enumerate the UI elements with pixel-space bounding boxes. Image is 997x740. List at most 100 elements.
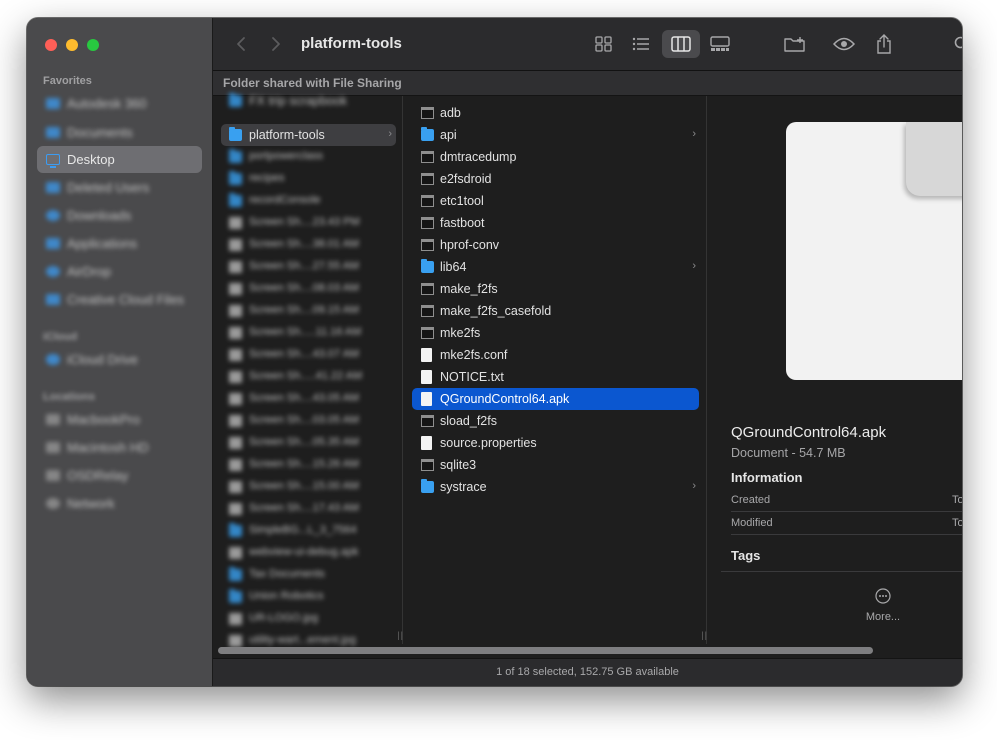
file-row[interactable]: NOTICE.txt: [403, 366, 706, 388]
file-row[interactable]: sqlite3: [403, 454, 706, 476]
file-row[interactable]: hprof-conv: [403, 234, 706, 256]
quicklook-eye-icon[interactable]: [832, 30, 856, 58]
minimize-window-button[interactable]: [66, 39, 78, 51]
sidebar-item-deleted-users[interactable]: Deleted Users: [37, 174, 202, 201]
sidebar-item-airdrop[interactable]: AirDrop: [37, 258, 202, 285]
file-name: api: [440, 128, 457, 142]
zoom-window-button[interactable]: [87, 39, 99, 51]
list-item[interactable]: Screen Sh....17.43 AM: [213, 498, 402, 520]
share-icon[interactable]: [874, 30, 894, 58]
sidebar-item-label: Deleted Users: [67, 180, 150, 195]
divider: [731, 534, 962, 535]
preview-tags-heading: Tags: [731, 548, 761, 563]
file-row[interactable]: fastboot: [403, 212, 706, 234]
file-row[interactable]: sload_f2fs: [403, 410, 706, 432]
horizontal-scrollbar-thumb[interactable]: [218, 647, 873, 654]
list-item[interactable]: Screen Sh....43.07 AM: [213, 344, 402, 366]
sidebar-item-creative-cloud[interactable]: Creative Cloud Files: [37, 286, 202, 313]
sidebar-item-network[interactable]: Network: [37, 490, 202, 517]
sidebar-item-documents[interactable]: Documents: [37, 119, 202, 146]
file-row[interactable]: mke2fs.conf: [403, 344, 706, 366]
file-name: hprof-conv: [440, 238, 500, 252]
list-item[interactable]: webview-ui-debug.apk: [213, 542, 402, 564]
new-folder-icon[interactable]: [783, 30, 807, 58]
list-item-platform-tools[interactable]: platform-tools ›: [221, 124, 396, 146]
chevron-right-icon[interactable]: [268, 30, 284, 58]
list-item[interactable]: Screen Sh.....11.16 AM: [213, 322, 402, 344]
list-item[interactable]: Screen Sh....27.55 AM: [213, 256, 402, 278]
sidebar-item-desktop[interactable]: Desktop: [37, 146, 202, 173]
column-view-icon[interactable]: [670, 30, 692, 58]
file-name: lib64: [440, 260, 467, 274]
status-bar: 1 of 18 selected, 152.75 GB available: [213, 658, 962, 686]
sidebar-item-autodesk[interactable]: Autodesk 360: [37, 90, 202, 117]
list-item[interactable]: Screen Sh....23.43 PM: [213, 212, 402, 234]
list-item[interactable]: Screen Sh....15.00 AM: [213, 476, 402, 498]
file-row[interactable]: make_f2fs: [403, 278, 706, 300]
file-row[interactable]: make_f2fs_casefold: [403, 300, 706, 322]
list-item[interactable]: Screen Sh.....41.22 AM: [213, 366, 402, 388]
document-icon: [46, 127, 60, 138]
sidebar-item-icloud-drive[interactable]: iCloud Drive: [37, 346, 202, 373]
file-row[interactable]: mke2fs: [403, 322, 706, 344]
list-item[interactable]: Tax Documents: [213, 564, 402, 586]
search-icon[interactable]: [952, 30, 962, 58]
file-row[interactable]: source.properties: [403, 432, 706, 454]
list-item[interactable]: Union Robotics: [213, 586, 402, 608]
gallery-view-icon[interactable]: [708, 30, 732, 58]
more-button[interactable]: More...: [846, 588, 920, 623]
close-window-button[interactable]: [45, 39, 57, 51]
list-item[interactable]: Screen Sh....03.05 AM: [213, 410, 402, 432]
list-item[interactable]: Screen Sh....08.03 AM: [213, 278, 402, 300]
folder-icon: [229, 523, 242, 537]
file-row[interactable]: api ›: [403, 124, 706, 146]
folder-icon: [229, 127, 242, 141]
sidebar-item-downloads[interactable]: Downloads: [37, 202, 202, 229]
list-item[interactable]: Screen Sh....38.01 AM: [213, 234, 402, 256]
sidebar-item-macintosh-hd[interactable]: Macintosh HD: [37, 434, 202, 461]
file-row[interactable]: systrace ›: [403, 476, 706, 498]
icon-view-icon[interactable]: [593, 30, 615, 58]
list-item[interactable]: SimpleBG...L_3_7564: [213, 520, 402, 542]
executable-icon: [421, 305, 434, 317]
folder-icon: [421, 479, 434, 493]
sidebar-item-osdrelay[interactable]: OSDRelay: [37, 462, 202, 489]
image-file-icon: [229, 481, 242, 493]
network-icon: [46, 498, 60, 509]
folder-icon: [229, 171, 242, 185]
file-row[interactable]: adb: [403, 102, 706, 124]
executable-icon: [421, 107, 434, 119]
list-item[interactable]: Screen Sh....15.26 AM: [213, 454, 402, 476]
download-icon: [46, 210, 60, 221]
sidebar-item-label: Autodesk 360: [67, 96, 147, 111]
disk-icon: [46, 470, 60, 481]
executable-icon: [421, 195, 434, 207]
file-name: adb: [440, 106, 461, 120]
list-item[interactable]: Screen Sh....09.15 AM: [213, 300, 402, 322]
banner-text: Folder shared with File Sharing: [223, 76, 402, 90]
list-item[interactable]: UR-LOGO.jpg: [213, 608, 402, 630]
divider: [721, 571, 962, 572]
list-item[interactable]: Screen Sh....43.05 AM: [213, 388, 402, 410]
file-row[interactable]: dmtracedump: [403, 146, 706, 168]
sidebar-item-macbookpro[interactable]: MacbookPro: [37, 406, 202, 433]
image-file-icon: [229, 393, 242, 405]
list-item[interactable]: recipes: [213, 168, 402, 190]
list-item[interactable]: Screen Sh....05.35 AM: [213, 432, 402, 454]
sidebar-item-applications[interactable]: Applications: [37, 230, 202, 257]
executable-icon: [421, 239, 434, 251]
chevron-left-icon[interactable]: [233, 30, 249, 58]
modified-value: To: [952, 517, 962, 529]
list-item[interactable]: FX trip scrapbook: [213, 90, 402, 112]
sidebar-item-label: Network: [67, 496, 115, 511]
list-item[interactable]: portpowerclass: [213, 146, 402, 168]
more-label: More...: [865, 611, 901, 623]
list-item[interactable]: recordConsole: [213, 190, 402, 212]
chevron-right-icon: ›: [692, 260, 696, 272]
file-row[interactable]: QGroundControl64.apk: [412, 388, 699, 410]
file-row[interactable]: lib64 ›: [403, 256, 706, 278]
file-row[interactable]: e2fsdroid: [403, 168, 706, 190]
list-view-icon[interactable]: [630, 30, 652, 58]
file-row[interactable]: etc1tool: [403, 190, 706, 212]
executable-icon: [421, 283, 434, 295]
